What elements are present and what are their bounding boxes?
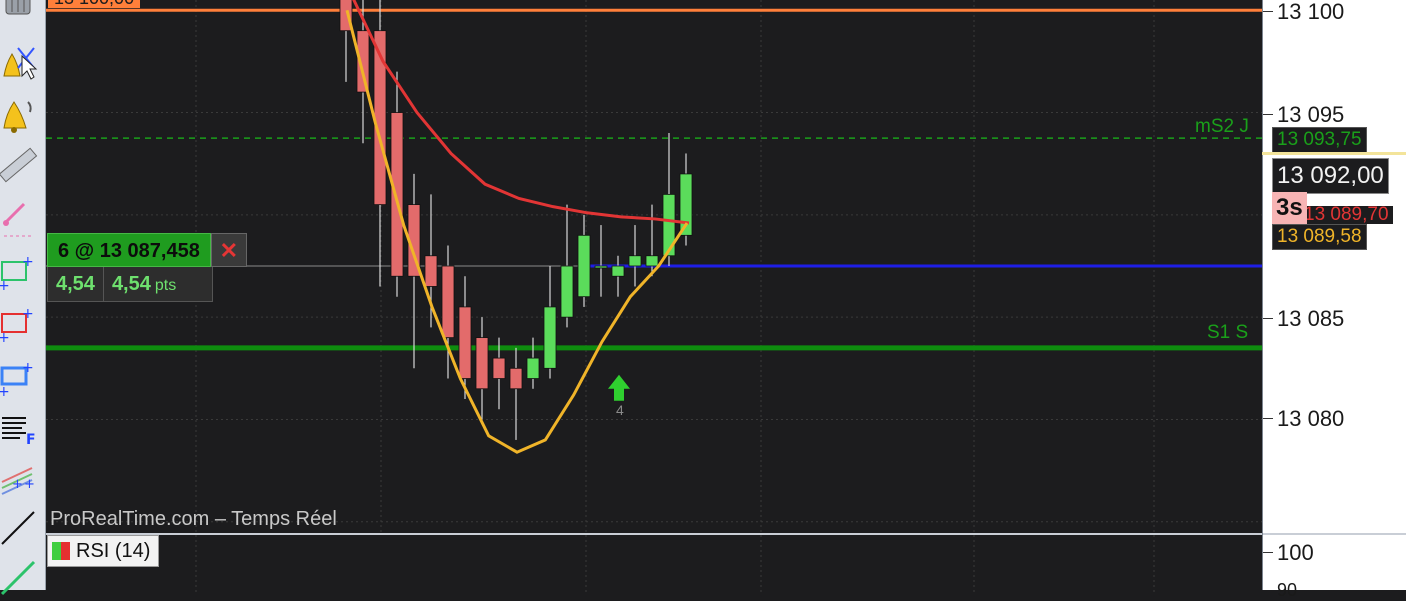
position-label[interactable]: 6 @ 13 087,458	[47, 233, 211, 267]
tick-mark	[1263, 318, 1273, 319]
svg-text:+: +	[22, 360, 34, 376]
svg-text:+: +	[22, 306, 34, 322]
yellow-ma-price-tag: 13 089,58	[1272, 224, 1367, 250]
rsi-tick-label: 100	[1277, 540, 1314, 565]
pane-divider	[1263, 533, 1406, 535]
ruler-icon[interactable]	[0, 144, 45, 188]
candle-body	[543, 306, 557, 369]
svg-text:+: +	[12, 477, 23, 492]
svg-text:+: +	[0, 278, 10, 294]
tag-separator	[1262, 152, 1406, 155]
pnl-points: 4,54 pts	[111, 273, 177, 295]
candle-body	[628, 255, 642, 267]
svg-text:+: +	[24, 477, 35, 492]
svg-text:+: +	[22, 254, 34, 270]
pnl-unit: pts	[154, 277, 177, 294]
current-price-tag: 13 092,00	[1272, 158, 1389, 194]
close-position-button[interactable]: ✕	[210, 233, 247, 267]
rsi-color-icon	[52, 542, 70, 560]
tick-label: 13 085	[1277, 306, 1345, 331]
rsi-pane[interactable]	[46, 533, 1262, 592]
candle-body	[492, 357, 506, 379]
rect-blue-icon[interactable]: + +	[0, 358, 45, 402]
rsi-tick-label: 90	[1277, 580, 1298, 600]
ms2-price-tag: 13 093,75	[1272, 127, 1367, 153]
svg-text:+: +	[0, 384, 10, 400]
line-green-icon[interactable]	[0, 554, 45, 598]
candle-body	[560, 265, 574, 318]
candle-body	[594, 265, 608, 269]
drawing-toolbar: + + + + + + F + +	[0, 0, 46, 596]
tick-mark	[1263, 114, 1273, 115]
tick-mark	[1263, 552, 1273, 553]
price-axis[interactable]: 13 100 13 095 13 085 13 080 100 90	[1262, 0, 1406, 600]
svg-text:+: +	[0, 330, 10, 346]
candle-body	[390, 112, 404, 277]
svg-text:F: F	[26, 432, 36, 448]
ms2-level-label: mS2 J	[1195, 116, 1249, 137]
bell-icon[interactable]	[0, 92, 45, 136]
candle-body	[611, 265, 625, 277]
orange-level-tag: 13 100,00	[48, 0, 141, 8]
tick-label: 13 080	[1277, 406, 1345, 431]
candle-body	[645, 255, 659, 267]
candle-body	[458, 306, 472, 379]
candle-body	[509, 367, 523, 390]
tick-mark	[1263, 11, 1273, 12]
rsi-indicator-label[interactable]: RSI (14)	[47, 535, 160, 567]
buy-signal-arrow	[608, 374, 630, 401]
tick-mark	[1263, 418, 1273, 419]
rect-red-icon[interactable]: + +	[0, 304, 45, 348]
trend-pink-icon[interactable]	[0, 196, 45, 240]
trash-icon[interactable]	[0, 0, 45, 20]
candle-body	[475, 337, 489, 390]
signal-count: 4	[616, 402, 624, 418]
position-pnl: 4,54 4,54 pts	[47, 267, 213, 302]
candle-body	[526, 357, 540, 379]
candle-body	[441, 265, 455, 339]
tick-label: 13 095	[1277, 102, 1345, 127]
timer-badge: 3s	[1272, 192, 1307, 224]
channel-icon[interactable]: + +	[0, 458, 45, 502]
rsi-label-text: RSI (14)	[76, 540, 151, 562]
watermark: ProRealTime.com – Temps Réel	[50, 508, 337, 530]
red-ma-price-tag: 13 089,70	[1300, 205, 1393, 224]
s1-level-label: S1 S	[1207, 322, 1249, 343]
alert-cursor-icon[interactable]	[0, 42, 45, 86]
fibonacci-icon[interactable]: F	[0, 410, 45, 454]
tick-label: 13 100	[1277, 0, 1345, 24]
line-icon[interactable]	[0, 504, 45, 548]
position-widget[interactable]: 6 @ 13 087,458 ✕ 4,54 4,54 pts	[47, 233, 247, 302]
rsi-grid	[195, 535, 1155, 592]
pnl-value: 4,54	[56, 273, 95, 295]
rect-green-icon[interactable]: + +	[0, 252, 45, 296]
candle-body	[577, 234, 591, 298]
candle-body	[424, 255, 438, 287]
